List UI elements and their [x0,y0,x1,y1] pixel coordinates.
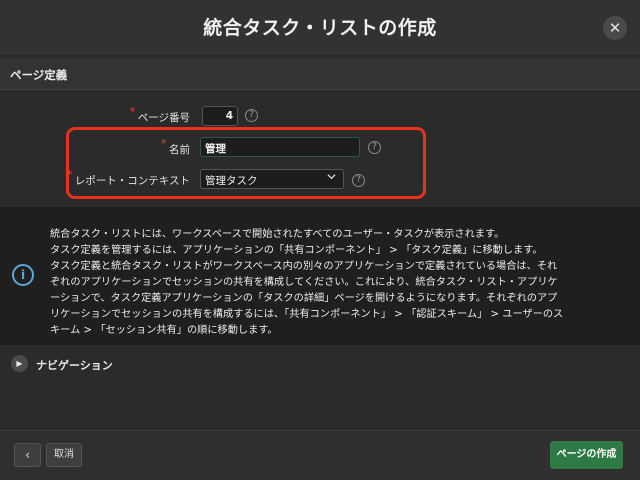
close-button[interactable]: ✕ [603,16,627,40]
info-line: ぞれのアプリケーションでセッションの共有を構成してください。これにより、統合タス… [50,277,558,288]
navigation-toggle[interactable]: ▶ [11,355,28,372]
create-task-list-dialog: 統合タスク・リストの作成 ✕ ページ定義 * ページ番号 4 ? * 名前 管理… [0,0,640,480]
highlight-box [66,127,426,199]
dialog-title: 統合タスク・リストの作成 [203,17,437,39]
info-line: キーム > 「セッション共有」の順に移動します。 [50,325,278,336]
info-line: 統合タスク・リストには、ワークスペースで開始されたすべてのユーザー・タスクが表示… [50,229,505,240]
create-page-button[interactable]: ページの作成 [550,441,623,469]
dialog-header: 統合タスク・リストの作成 ✕ [0,0,640,54]
info-line: タスク定義と統合タスク・リストがワークスペース内の別々のアプリケーションで定義さ… [50,261,558,272]
help-icon[interactable]: ? [245,109,258,122]
section-title: ページ定義 [10,68,68,82]
section-page-definition: ページ定義 [0,58,640,90]
page-number-label: * ページ番号 [129,105,190,124]
close-icon: ✕ [608,19,622,37]
info-icon: i [12,264,34,286]
page-number-field[interactable]: 4 [202,106,238,126]
back-button[interactable]: ‹ [14,443,41,467]
caret-right-icon: ▶ [16,359,23,368]
chevron-left-icon: ‹ [25,448,30,462]
dialog-footer [0,430,640,480]
required-marker: * [129,105,136,118]
info-line: タスク定義を管理するには、アプリケーションの「共有コンポーネント」 > 「タスク… [50,245,543,256]
info-line: ーションで、タスク定義アプリケーションの「タスクの詳細」ページを開けるようになり… [50,293,558,304]
cancel-button[interactable]: 取消 [46,443,82,467]
navigation-label[interactable]: ナビゲーション [36,357,113,373]
info-line: リケーションでセッションの共有を構成するには、「共有コンポーネント」 > 「認証… [50,309,564,320]
